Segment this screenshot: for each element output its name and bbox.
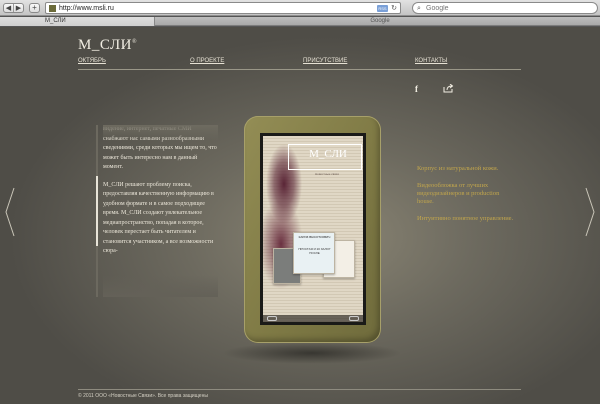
rss-icon[interactable]: RSS xyxy=(377,5,388,12)
add-bookmark-button[interactable]: + xyxy=(29,3,40,13)
description-paragraph: М_СЛИ решают проблему поиска, предоставл… xyxy=(103,181,214,255)
card-label: КАРИЗ ВЫСОТКОВИЧ xyxy=(298,235,331,239)
feature-item: Корпус из натуральной кожи. xyxy=(417,165,499,172)
device-shadow xyxy=(222,342,402,364)
screen-control-bar xyxy=(263,315,363,322)
nav-october[interactable]: ОКТЯБРЬ xyxy=(78,57,106,65)
forward-button[interactable]: ▶ xyxy=(13,4,23,12)
reload-icon[interactable]: ↻ xyxy=(391,4,397,13)
tab-bar: М_СЛИ Google xyxy=(0,17,600,26)
search-bar[interactable]: ⌕ xyxy=(412,2,598,14)
footer-divider xyxy=(78,389,521,390)
site-logo[interactable]: М_СЛИ® xyxy=(78,37,137,54)
text-fade-top xyxy=(103,125,218,141)
registered-mark: ® xyxy=(131,39,138,45)
tab-msli[interactable]: М_СЛИ xyxy=(0,17,155,26)
screen-logo: М_СЛИ xyxy=(309,148,347,160)
nav-about[interactable]: О ПРОЕКТЕ xyxy=(190,57,224,65)
prev-arrow-icon[interactable] xyxy=(4,187,16,237)
facebook-icon[interactable]: f xyxy=(415,84,418,94)
back-button[interactable]: ◀ xyxy=(4,4,13,12)
screen-back-button xyxy=(267,316,277,321)
share-icon[interactable] xyxy=(443,84,454,93)
screen-subtitle: Новостные связи xyxy=(315,172,339,176)
footer-copyright: © 2011 ООО «Новостные Связи». Все права … xyxy=(78,393,208,399)
description-text: видение, интернет, печатные СМИ снабжают… xyxy=(103,125,218,297)
features-list: Корпус из натуральной кожи. Видеообложка… xyxy=(417,165,517,223)
nav-presence[interactable]: ПРИСУТСТВИЕ xyxy=(303,57,347,65)
screen-menu-button xyxy=(349,316,359,321)
screen-card-article: КАРИЗ ВЫСОТКОВИЧ ПРОСТАЯ И 20 ЗАЛОГ ПОСЛ… xyxy=(293,232,335,274)
nav-divider xyxy=(78,69,521,70)
tab-title: М_СЛИ xyxy=(45,18,66,24)
site-logo-text: М_СЛИ xyxy=(78,37,132,53)
ereader-device: М_СЛИ Новостные связи КАРИЗ ВЫСОТКОВИЧ П… xyxy=(244,116,381,343)
site-favicon-icon xyxy=(49,5,56,12)
feature-item: Интуитивно понятное управление. xyxy=(417,215,514,222)
text-fade-bottom xyxy=(103,275,218,297)
browser-toolbar: ◀ ▶ + http://www.msli.ru RSS ↻ ⌕ xyxy=(0,0,600,16)
url-text[interactable]: http://www.msli.ru xyxy=(59,3,114,14)
search-input[interactable] xyxy=(426,4,586,13)
device-screen: М_СЛИ Новостные связи КАРИЗ ВЫСОТКОВИЧ П… xyxy=(260,133,366,325)
address-bar[interactable]: http://www.msli.ru RSS ↻ xyxy=(45,2,401,14)
search-icon: ⌕ xyxy=(417,5,421,12)
card-text: ПРОСТАЯ И 20 ЗАЛОГ ПОСЛЕ xyxy=(298,247,331,255)
nav-contacts[interactable]: КОНТАКТЫ xyxy=(415,57,447,65)
main-nav: ОКТЯБРЬ О ПРОЕКТЕ ПРИСУТСТВИЕ КОНТАКТЫ xyxy=(78,57,521,65)
tab-google[interactable]: Google xyxy=(160,17,600,26)
screen-content: М_СЛИ Новостные связи КАРИЗ ВЫСОТКОВИЧ П… xyxy=(263,136,363,322)
page-content: М_СЛИ® ОКТЯБРЬ О ПРОЕКТЕ ПРИСУТСТВИЕ КОН… xyxy=(0,27,600,404)
text-scroll-thumb[interactable] xyxy=(96,176,98,246)
back-forward-buttons: ◀ ▶ xyxy=(3,3,24,13)
feature-item: Видеообложка от лучших видеодизайнеров и… xyxy=(417,182,500,205)
next-arrow-icon[interactable] xyxy=(584,187,596,237)
